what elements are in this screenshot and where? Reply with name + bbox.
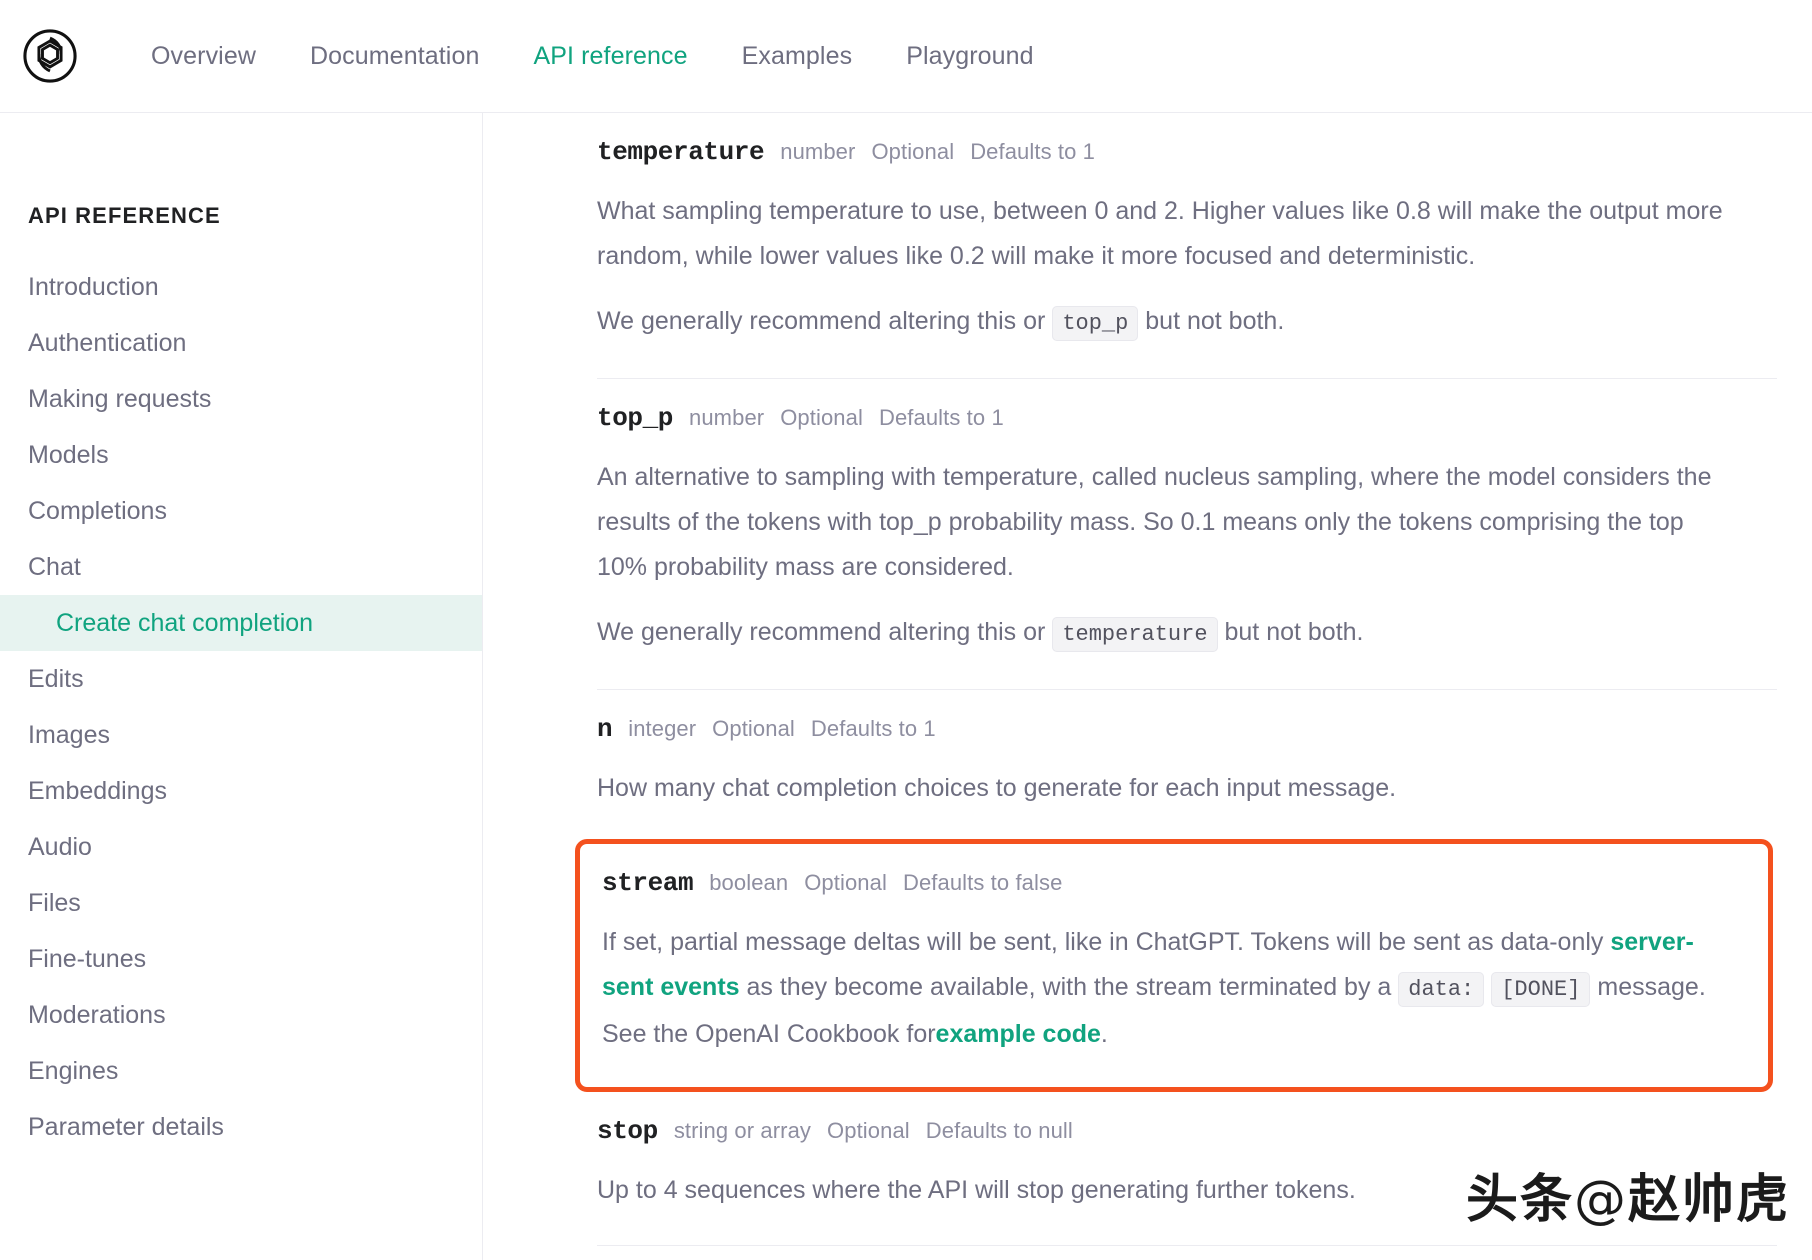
section-divider xyxy=(597,1245,1777,1246)
parameter-type-stream: boolean xyxy=(709,870,789,895)
inline-code-temperature: temperature xyxy=(1052,617,1218,652)
parameter-note-text-pre: We generally recommend altering this or xyxy=(597,307,1046,335)
sidebar-item-audio[interactable]: Audio xyxy=(0,819,482,875)
sidebar-nav-list: Introduction Authentication Making reque… xyxy=(0,259,482,1155)
stream-desc-part-4: . xyxy=(1100,1020,1108,1048)
parameter-name-stop: stop xyxy=(597,1116,658,1146)
parameter-block-temperature: temperature number Optional Defaults to … xyxy=(597,113,1787,379)
parameter-note-text-post: but not both. xyxy=(1145,307,1285,335)
parameter-note-top-p: We generally recommend altering this or … xyxy=(597,610,1725,657)
sidebar-item-engines[interactable]: Engines xyxy=(0,1043,482,1099)
sidebar-item-moderations[interactable]: Moderations xyxy=(0,987,482,1043)
parameter-default-stream: Defaults to false xyxy=(902,870,1063,895)
openai-logo-icon[interactable] xyxy=(22,28,78,84)
parameter-required-stop: Optional xyxy=(827,1118,910,1143)
stream-desc-part-2: as they become available, with the strea… xyxy=(746,973,1392,1001)
sidebar-item-parameter-details[interactable]: Parameter details xyxy=(0,1099,482,1155)
parameter-header-stream: stream boolean Optional Defaults to fals… xyxy=(602,848,1746,898)
parameter-header-top-p: top_p number Optional Defaults to 1 xyxy=(597,379,1787,433)
sidebar: API REFERENCE Introduction Authenticatio… xyxy=(0,113,483,1260)
sidebar-item-completions[interactable]: Completions xyxy=(0,483,482,539)
sidebar-item-models[interactable]: Models xyxy=(0,427,482,483)
inline-code-done: [DONE] xyxy=(1491,972,1591,1007)
parameter-required-stream: Optional xyxy=(804,870,887,895)
parameter-block-top-p: top_p number Optional Defaults to 1 An a… xyxy=(597,379,1787,690)
sidebar-item-edits[interactable]: Edits xyxy=(0,651,482,707)
parameter-required-n: Optional xyxy=(712,716,795,741)
sidebar-item-authentication[interactable]: Authentication xyxy=(0,315,482,371)
parameter-note-temperature: We generally recommend altering this or … xyxy=(597,299,1725,346)
parameter-description-temperature: What sampling temperature to use, betwee… xyxy=(597,197,1723,270)
parameter-required-temperature: Optional xyxy=(871,139,955,164)
parameter-default-top-p: Defaults to 1 xyxy=(878,405,1004,430)
sidebar-item-fine-tunes[interactable]: Fine-tunes xyxy=(0,931,482,987)
parameter-description-stream: If set, partial message deltas will be s… xyxy=(602,920,1730,1057)
parameter-name-top-p: top_p xyxy=(597,403,674,433)
highlight-annotation-stream: stream boolean Optional Defaults to fals… xyxy=(575,839,1773,1092)
watermark: 头条@赵帅虎 xyxy=(1466,1157,1790,1232)
sidebar-item-images[interactable]: Images xyxy=(0,707,482,763)
sidebar-item-files[interactable]: Files xyxy=(0,875,482,931)
inline-code-data-prefix: data: xyxy=(1398,972,1485,1007)
parameter-required-top-p: Optional xyxy=(780,405,863,430)
watermark-brand: 头条 xyxy=(1465,1170,1574,1230)
nav-item-examples[interactable]: Examples xyxy=(715,42,880,71)
link-example-code[interactable]: example code xyxy=(936,1020,1101,1048)
sidebar-item-introduction[interactable]: Introduction xyxy=(0,259,482,315)
parameter-default-stop: Defaults to null xyxy=(925,1118,1073,1143)
sidebar-item-chat[interactable]: Chat xyxy=(0,539,482,595)
stream-desc-part-1: If set, partial message deltas will be s… xyxy=(602,928,1604,956)
nav-item-playground[interactable]: Playground xyxy=(879,42,1060,71)
parameter-description-n: How many chat completion choices to gene… xyxy=(597,774,1397,802)
main-content: temperature number Optional Defaults to … xyxy=(484,113,1812,1260)
parameter-name-temperature: temperature xyxy=(597,137,765,167)
parameter-name-stream: stream xyxy=(602,868,694,898)
parameter-note-text-post: but not both. xyxy=(1224,618,1364,646)
parameter-type-temperature: number xyxy=(780,139,856,164)
parameter-note-text-pre: We generally recommend altering this or xyxy=(597,618,1046,646)
top-navigation-bar: Overview Documentation API reference Exa… xyxy=(0,0,1812,113)
nav-item-overview[interactable]: Overview xyxy=(124,42,283,71)
parameter-type-n: integer xyxy=(628,716,697,741)
nav-item-documentation[interactable]: Documentation xyxy=(283,42,506,71)
parameter-header-temperature: temperature number Optional Defaults to … xyxy=(597,113,1787,167)
watermark-at-symbol: @ xyxy=(1573,1170,1628,1230)
parameter-default-n: Defaults to 1 xyxy=(810,716,936,741)
sidebar-heading: API REFERENCE xyxy=(28,203,221,228)
top-nav-items: Overview Documentation API reference Exa… xyxy=(124,42,1061,71)
parameter-type-top-p: number xyxy=(689,405,765,430)
parameter-header-n: n integer Optional Defaults to 1 xyxy=(597,690,1787,744)
parameter-type-stop: string or array xyxy=(673,1118,812,1143)
inline-code-top-p: top_p xyxy=(1052,306,1139,341)
sidebar-item-create-chat-completion[interactable]: Create chat completion xyxy=(0,595,482,651)
nav-item-api-reference[interactable]: API reference xyxy=(506,42,714,71)
parameter-header-stop: stop string or array Optional Defaults t… xyxy=(597,1092,1787,1146)
sidebar-item-making-requests[interactable]: Making requests xyxy=(0,371,482,427)
parameter-name-n: n xyxy=(597,714,613,744)
parameter-default-temperature: Defaults to 1 xyxy=(970,139,1096,164)
parameter-block-n: n integer Optional Defaults to 1 How man… xyxy=(597,690,1787,811)
watermark-handle: 赵帅虎 xyxy=(1627,1170,1790,1230)
sidebar-item-embeddings[interactable]: Embeddings xyxy=(0,763,482,819)
parameter-description-top-p: An alternative to sampling with temperat… xyxy=(597,463,1712,581)
parameter-block-stream: stream boolean Optional Defaults to fals… xyxy=(602,848,1746,1057)
